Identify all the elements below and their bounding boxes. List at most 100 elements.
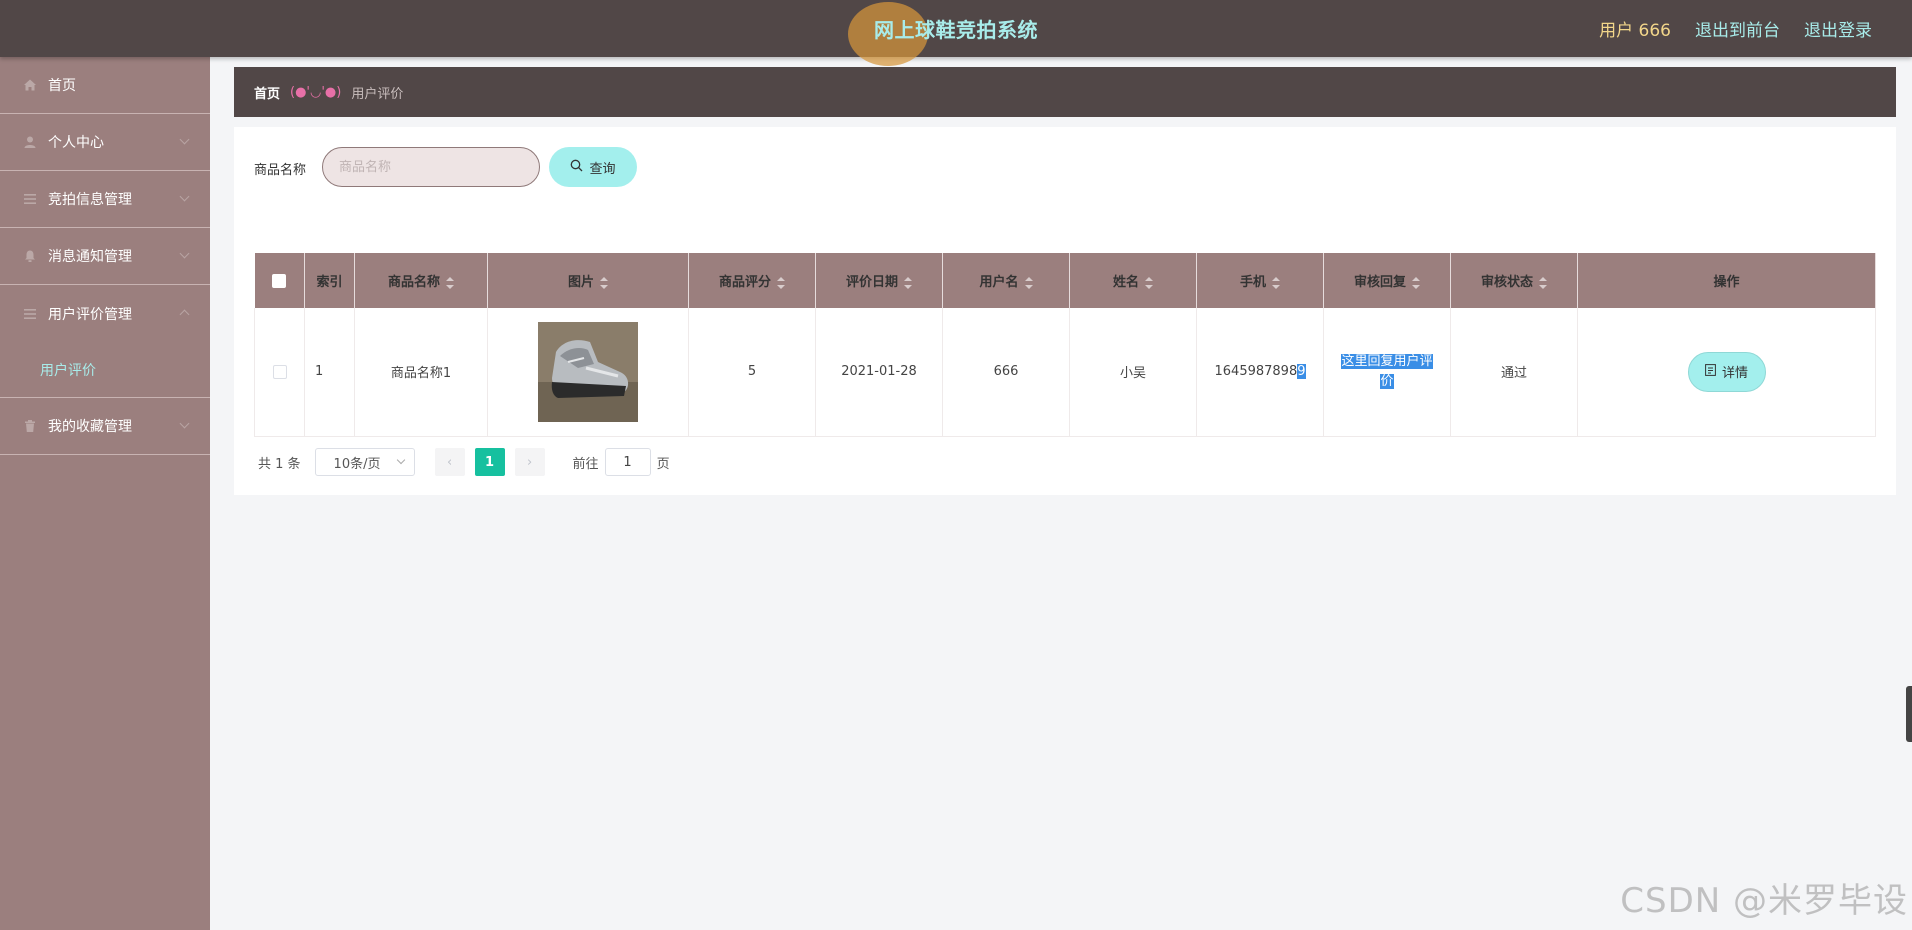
chevron-down-icon [179,134,190,145]
document-icon [1705,363,1716,380]
sidebar-item-label: 我的收藏管理 [48,419,132,435]
goto-unit: 页 [656,456,670,472]
select-all-checkbox[interactable] [272,273,287,288]
reply-text: 这里回复用户评价 [1337,352,1437,392]
cell-image [487,308,689,437]
page-number-button[interactable]: 1 [474,448,505,476]
cell-product-name: 商品名称1 [354,308,488,437]
cell-index: 1 [304,308,355,437]
column-header-score[interactable]: 商品评分 [688,253,816,308]
column-header-index: 索引 [304,253,355,308]
scrollbar-handle[interactable] [1906,686,1912,742]
chevron-down-icon [396,455,405,465]
sort-icon[interactable] [904,276,912,289]
table-row: 1 商品名称1 5 2021-01-28 666 小吴 16459878989 … [254,308,1876,437]
column-header-username[interactable]: 用户名 [942,253,1070,308]
goto-page: 前往 页 [573,448,670,476]
goto-page-input[interactable] [604,448,651,476]
chevron-left-icon: ‹ [446,454,453,470]
breadcrumb-separator: (●'◡'●) [290,84,342,100]
cell-review-date: 2021-01-28 [815,308,943,437]
sidebar: 首页 个人中心 竞拍信息管理 消息通知管理 用户评价管理 用户评价 我的收藏管理 [0,57,210,930]
sidebar-item-user-review-management[interactable]: 用户评价管理 [0,285,210,342]
sidebar-item-label: 消息通知管理 [48,249,132,265]
trash-icon [22,418,38,434]
sort-icon[interactable] [1539,276,1547,289]
sidebar-item-favorites[interactable]: 我的收藏管理 [0,398,210,455]
cell-phone: 16459878989 [1196,308,1324,437]
chevron-down-icon [179,191,190,202]
list-icon [22,306,38,322]
watermark: CSDN @米罗毕设 [1620,881,1908,921]
column-header-product-name[interactable]: 商品名称 [354,253,488,308]
column-header-reply[interactable]: 审核回复 [1323,253,1451,308]
search-button-label: 查询 [589,161,616,177]
cell-realname: 小吴 [1069,308,1197,437]
sidebar-item-label: 用户评价管理 [48,306,132,323]
sidebar-item-auction-info[interactable]: 竞拍信息管理 [0,171,210,228]
sidebar-item-label: 首页 [48,78,76,94]
current-user-label: 用户 666 [1599,21,1671,41]
cell-score: 5 [688,308,816,437]
search-button[interactable]: 查询 [549,147,637,187]
cell-username: 666 [942,308,1070,437]
breadcrumb-current: 用户评价 [351,86,404,102]
chevron-up-icon [179,309,190,320]
home-icon [22,77,38,93]
list-icon [22,191,38,207]
detail-button-label: 详情 [1721,366,1748,382]
chevron-down-icon [179,418,190,429]
top-bar: 网上球鞋竞拍系统 用户 666 退出到前台 退出登录 [0,0,1912,66]
cell-actions: 详情 [1577,308,1876,437]
pagination: 共 1 条 10条/页 ‹ 1 › 前往 页 [258,448,670,476]
exit-to-frontend-link[interactable]: 退出到前台 [1695,16,1780,41]
sidebar-item-label: 竞拍信息管理 [48,192,132,208]
goto-label: 前往 [572,456,599,472]
chevron-right-icon: › [526,454,533,470]
reply-selected-text: 这里回复用户评价 [1341,353,1433,389]
sort-icon[interactable] [1272,276,1280,289]
sort-icon[interactable] [446,276,454,289]
page-size-select[interactable]: 10条/页 [314,448,415,476]
row-select-cell [254,308,305,437]
detail-button[interactable]: 详情 [1687,351,1766,392]
sneaker-image [538,321,638,422]
bell-icon [22,248,38,264]
sidebar-item-notifications[interactable]: 消息通知管理 [0,228,210,285]
sidebar-subitem-user-review[interactable]: 用户评价 [0,342,210,398]
sort-icon[interactable] [600,276,608,289]
review-table: 索引 商品名称 图片 商品评分 评价日期 用户名 姓名 手机 审核回复 审核状态… [254,253,1876,437]
column-header-image[interactable]: 图片 [487,253,689,308]
sidebar-item-personal-center[interactable]: 个人中心 [0,114,210,171]
cell-status: 通过 [1450,308,1578,437]
total-count: 共 1 条 [258,456,301,472]
column-header-phone[interactable]: 手机 [1196,253,1324,308]
product-name-search-input[interactable] [322,147,540,187]
top-actions: 用户 666 退出到前台 退出登录 [1599,16,1872,41]
search-icon [570,159,583,176]
breadcrumb: 首页 (●'◡'●) 用户评价 [234,67,1896,117]
page-size-value: 10条/页 [333,456,381,472]
column-header-status[interactable]: 审核状态 [1450,253,1578,308]
logout-link[interactable]: 退出登录 [1804,16,1872,41]
content-panel: 商品名称 查询 索引 商品名称 图片 商品评分 评价日期 用户名 姓名 手机 审… [234,127,1896,495]
next-page-button[interactable]: › [514,448,545,476]
sort-icon[interactable] [777,276,785,289]
sort-icon[interactable] [1145,276,1153,289]
sidebar-item-home[interactable]: 首页 [0,57,210,114]
breadcrumb-home[interactable]: 首页 [254,83,280,102]
table-header-row: 索引 商品名称 图片 商品评分 评价日期 用户名 姓名 手机 审核回复 审核状态… [254,253,1876,308]
search-label: 商品名称 [254,163,307,178]
column-header-realname[interactable]: 姓名 [1069,253,1197,308]
chevron-down-icon [179,248,190,259]
sort-icon[interactable] [1024,276,1033,289]
sort-icon[interactable] [1412,276,1420,289]
prev-page-button[interactable]: ‹ [434,448,465,476]
row-checkbox[interactable] [272,364,287,379]
phone-selected-digit: 9 [1297,364,1306,380]
column-header-review-date[interactable]: 评价日期 [815,253,943,308]
column-header-actions: 操作 [1577,253,1876,308]
select-all-header [254,253,305,308]
sidebar-item-label: 个人中心 [48,135,104,151]
cell-reply: 这里回复用户评价 [1323,308,1451,437]
